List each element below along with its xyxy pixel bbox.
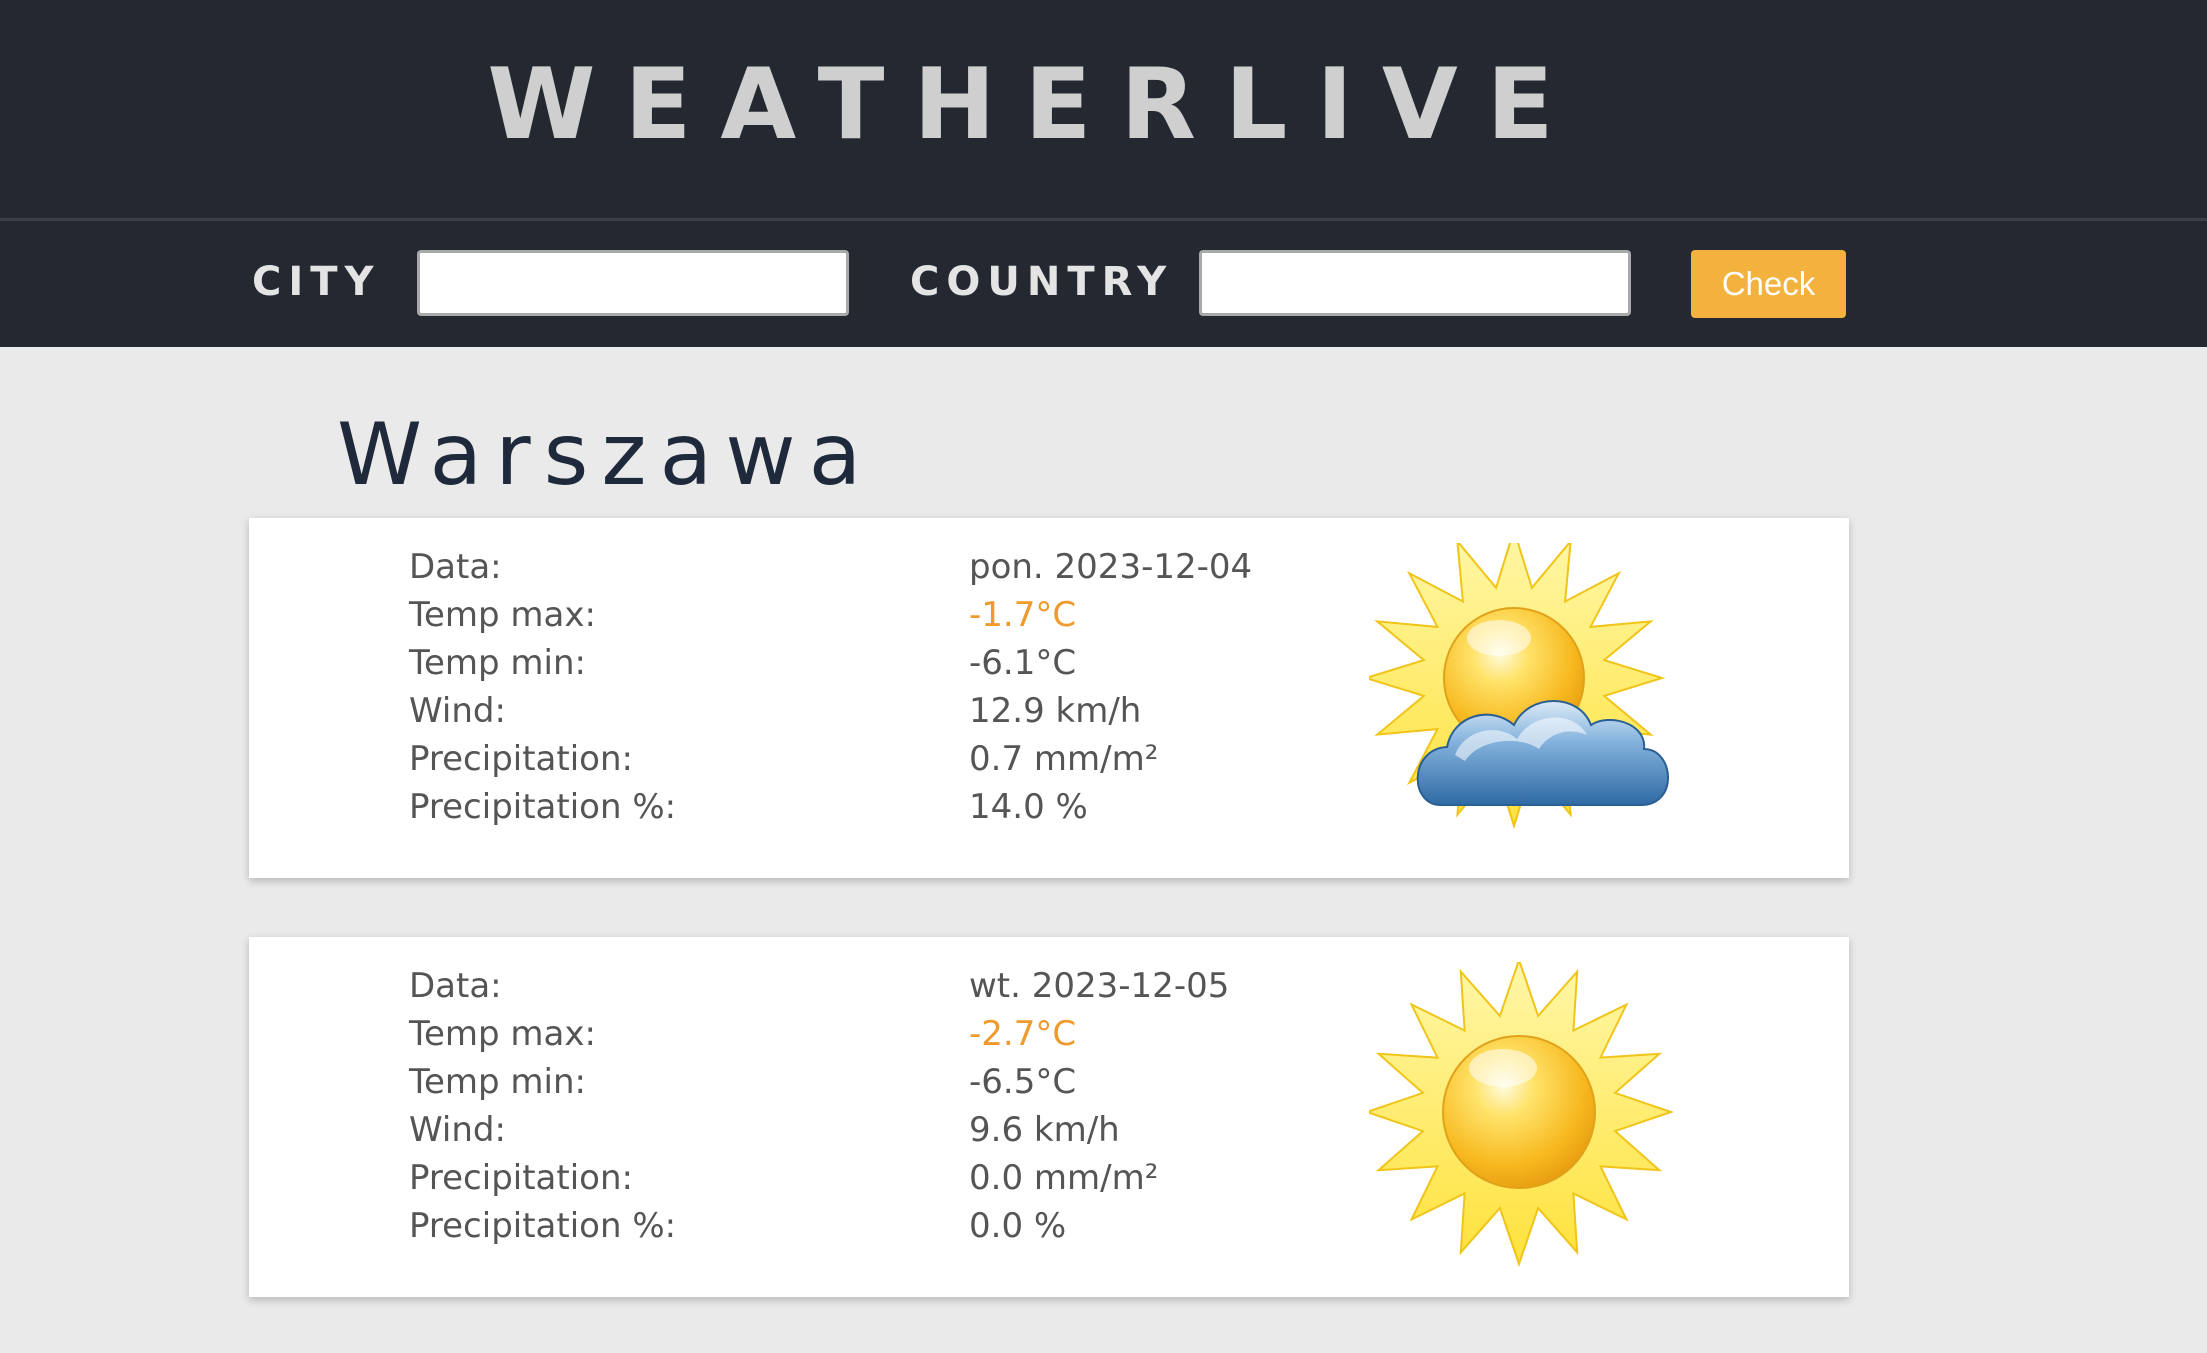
temp-max-label: Temp max: xyxy=(409,1014,596,1054)
date-value: wt. 2023-12-05 xyxy=(969,966,1230,1006)
precipitation-label: Precipitation: xyxy=(409,1158,633,1198)
temp-max-value: -2.7°C xyxy=(969,1014,1077,1054)
wind-label: Wind: xyxy=(409,1110,506,1150)
country-label: COUNTRY xyxy=(910,259,1174,305)
precipitation-value: 0.7 mm/m² xyxy=(969,739,1159,779)
country-input[interactable] xyxy=(1199,250,1631,316)
forecast-card: Data: wt. 2023-12-05 Temp max: -2.7°C Te… xyxy=(249,937,1849,1297)
precipitation-percent-label: Precipitation %: xyxy=(409,787,677,827)
city-label: CITY xyxy=(252,259,381,305)
wind-value: 9.6 km/h xyxy=(969,1110,1120,1150)
forecast-card: Data: pon. 2023-12-04 Temp max: -1.7°C T… xyxy=(249,518,1849,878)
site-title: WEATHERLIVE xyxy=(487,48,1583,162)
precipitation-value: 0.0 mm/m² xyxy=(969,1158,1159,1198)
precipitation-percent-label: Precipitation %: xyxy=(409,1206,677,1246)
sun-cloud-icon xyxy=(1369,543,1669,830)
precipitation-label: Precipitation: xyxy=(409,739,633,779)
city-name: Warszawa xyxy=(337,405,875,505)
sun-icon xyxy=(1369,962,1675,1268)
temp-max-value: -1.7°C xyxy=(969,595,1077,635)
date-label: Data: xyxy=(409,547,502,587)
precipitation-percent-value: 0.0 % xyxy=(969,1206,1067,1246)
wind-value: 12.9 km/h xyxy=(969,691,1142,731)
temp-min-value: -6.5°C xyxy=(969,1062,1077,1102)
temp-min-label: Temp min: xyxy=(409,643,586,683)
temp-min-label: Temp min: xyxy=(409,1062,586,1102)
wind-label: Wind: xyxy=(409,691,506,731)
date-label: Data: xyxy=(409,966,502,1006)
temp-min-value: -6.1°C xyxy=(969,643,1077,683)
city-input[interactable] xyxy=(417,250,849,316)
check-button[interactable]: Check xyxy=(1691,250,1846,318)
date-value: pon. 2023-12-04 xyxy=(969,547,1253,587)
precipitation-percent-value: 14.0 % xyxy=(969,787,1088,827)
temp-max-label: Temp max: xyxy=(409,595,596,635)
